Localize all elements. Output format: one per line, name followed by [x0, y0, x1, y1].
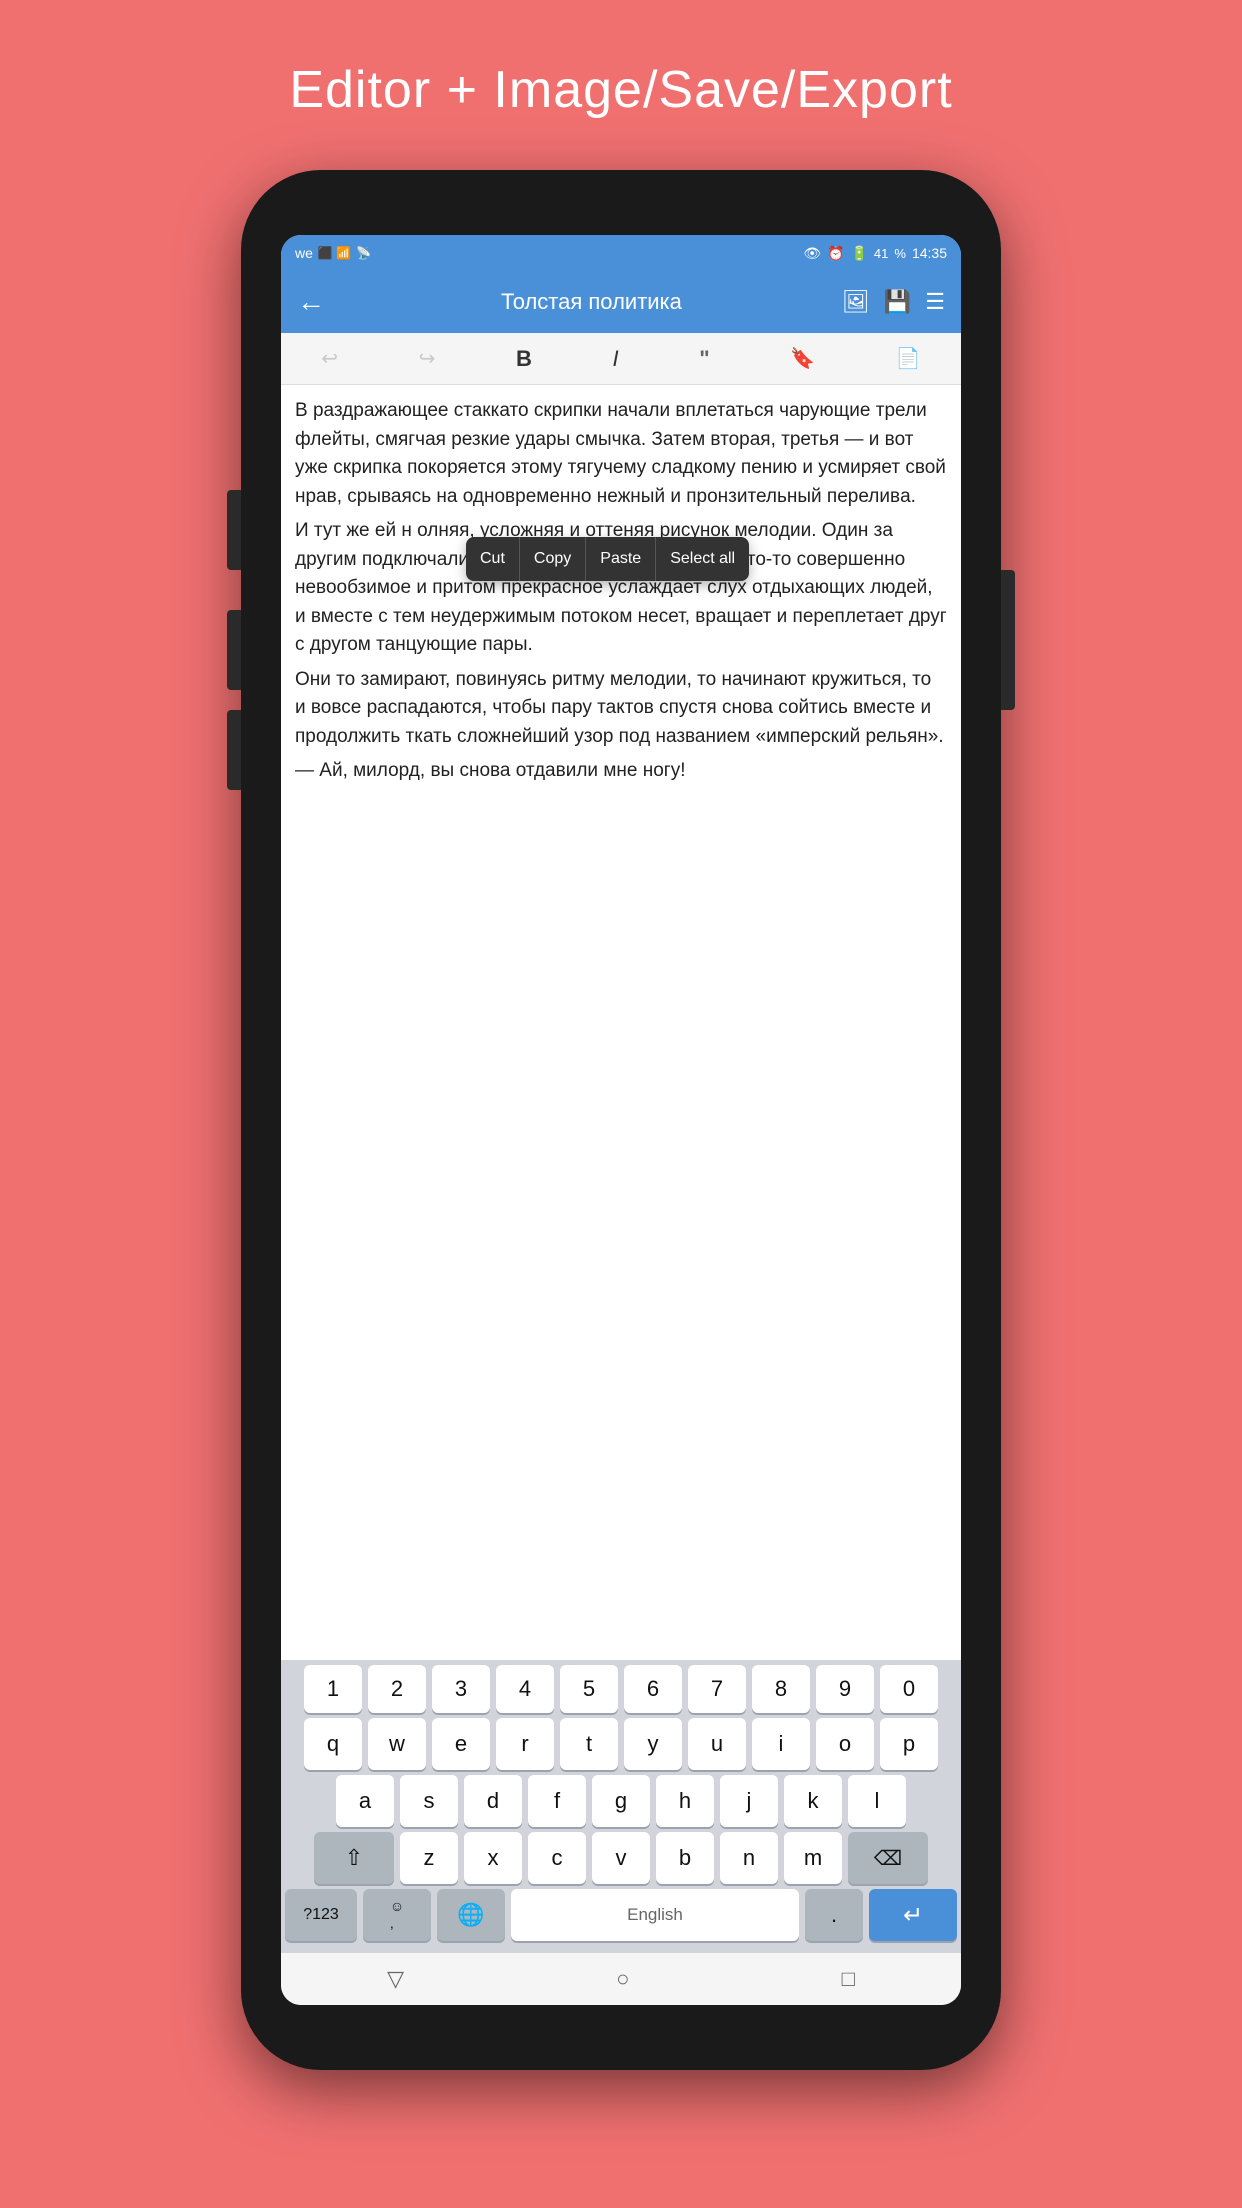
paragraph-3: Они то замирают, повинуясь ритму мелодии… — [295, 666, 947, 752]
toolbar-title: Толстая политика — [341, 289, 842, 315]
battery-icon: 🔋 — [850, 245, 867, 262]
quote-button[interactable]: " — [689, 340, 719, 378]
toolbar-icons: 🖼 💾 ☰ — [842, 289, 945, 315]
key-3[interactable]: 3 — [432, 1665, 490, 1713]
app-toolbar: ← Толстая политика 🖼 💾 ☰ — [281, 271, 961, 333]
key-r[interactable]: r — [496, 1718, 554, 1770]
num-switch-key[interactable]: ?123 — [285, 1889, 357, 1941]
nav-back-button[interactable]: ▽ — [387, 1966, 404, 1992]
paragraph-1: В раздражающее стаккато скрипки начали в… — [295, 397, 947, 511]
key-k[interactable]: k — [784, 1775, 842, 1827]
key-b[interactable]: b — [656, 1832, 714, 1884]
text-content[interactable]: Cut Copy Paste Select all В раздражающее… — [281, 385, 961, 1660]
undo-button[interactable]: ↩ — [311, 340, 348, 377]
signal-icon: ⬛ 📶 — [318, 246, 351, 260]
key-1[interactable]: 1 — [304, 1665, 362, 1713]
bookmark-button[interactable]: 🔖 — [780, 340, 825, 377]
key-2[interactable]: 2 — [368, 1665, 426, 1713]
key-6[interactable]: 6 — [624, 1665, 682, 1713]
context-select-all[interactable]: Select all — [656, 537, 749, 581]
key-c[interactable]: c — [528, 1832, 586, 1884]
key-s[interactable]: s — [400, 1775, 458, 1827]
key-f[interactable]: f — [528, 1775, 586, 1827]
number-row: 1 2 3 4 5 6 7 8 9 0 — [281, 1660, 961, 1713]
context-copy[interactable]: Copy — [520, 537, 586, 581]
key-u[interactable]: u — [688, 1718, 746, 1770]
return-key[interactable]: ↵ — [869, 1889, 957, 1941]
file-button[interactable]: 📄 — [886, 340, 931, 377]
context-menu: Cut Copy Paste Select all — [466, 537, 749, 581]
asdf-row: a s d f g h j k l — [281, 1770, 961, 1827]
qwerty-row: q w e r t y u i o p — [281, 1713, 961, 1770]
context-cut[interactable]: Cut — [466, 537, 520, 581]
space-key[interactable]: English — [511, 1889, 799, 1941]
nav-recent-button[interactable]: □ — [842, 1966, 855, 1992]
status-right: 👁 ⏰ 🔋 41% 14:35 — [803, 245, 947, 262]
image-icon[interactable]: 🖼 — [842, 289, 870, 315]
key-5[interactable]: 5 — [560, 1665, 618, 1713]
save-icon[interactable]: 💾 — [884, 289, 911, 315]
key-o[interactable]: o — [816, 1718, 874, 1770]
italic-button[interactable]: I — [603, 340, 629, 378]
carrier-text: we — [295, 245, 313, 261]
key-h[interactable]: h — [656, 1775, 714, 1827]
bottom-nav: ▽ ○ □ — [281, 1953, 961, 2005]
key-n[interactable]: n — [720, 1832, 778, 1884]
battery-level: 41 — [874, 246, 888, 261]
eye-icon: 👁 — [803, 245, 821, 262]
wifi-icon: 📡 — [356, 246, 371, 260]
key-m[interactable]: m — [784, 1832, 842, 1884]
status-bar: we ⬛ 📶 📡 👁 ⏰ 🔋 41% 14:35 — [281, 235, 961, 271]
page-header: Editor + Image/Save/Export — [289, 60, 952, 120]
status-left: we ⬛ 📶 📡 — [295, 245, 371, 261]
redo-button[interactable]: ↪ — [409, 340, 446, 377]
shift-key[interactable]: ⇧ — [314, 1832, 394, 1884]
key-4[interactable]: 4 — [496, 1665, 554, 1713]
key-y[interactable]: y — [624, 1718, 682, 1770]
key-a[interactable]: a — [336, 1775, 394, 1827]
key-d[interactable]: d — [464, 1775, 522, 1827]
key-8[interactable]: 8 — [752, 1665, 810, 1713]
key-j[interactable]: j — [720, 1775, 778, 1827]
key-l[interactable]: l — [848, 1775, 906, 1827]
globe-key[interactable]: 🌐 — [437, 1889, 505, 1941]
key-e[interactable]: e — [432, 1718, 490, 1770]
emoji-key[interactable]: ☺, — [363, 1889, 431, 1941]
key-t[interactable]: t — [560, 1718, 618, 1770]
key-x[interactable]: x — [464, 1832, 522, 1884]
format-bar: ↩ ↪ B I " 🔖 📄 — [281, 333, 961, 385]
key-z[interactable]: z — [400, 1832, 458, 1884]
key-0[interactable]: 0 — [880, 1665, 938, 1713]
menu-icon[interactable]: ☰ — [925, 289, 945, 315]
time-display: 14:35 — [912, 245, 947, 261]
dot-key[interactable]: . — [805, 1889, 863, 1941]
key-v[interactable]: v — [592, 1832, 650, 1884]
context-paste[interactable]: Paste — [586, 537, 656, 581]
key-9[interactable]: 9 — [816, 1665, 874, 1713]
paragraph-4: — Ай, милорд, вы снова отдавили мне ногу… — [295, 757, 947, 786]
key-i[interactable]: i — [752, 1718, 810, 1770]
phone-shell: we ⬛ 📶 📡 👁 ⏰ 🔋 41% 14:35 ← Толстая полит… — [241, 170, 1001, 2070]
key-q[interactable]: q — [304, 1718, 362, 1770]
key-g[interactable]: g — [592, 1775, 650, 1827]
keyboard: 1 2 3 4 5 6 7 8 9 0 q w e r t y u i — [281, 1660, 961, 1953]
key-p[interactable]: p — [880, 1718, 938, 1770]
alarm-icon: ⏰ — [827, 245, 844, 262]
key-7[interactable]: 7 — [688, 1665, 746, 1713]
bottom-keyboard-row: ?123 ☺, 🌐 English . ↵ — [281, 1884, 961, 1953]
bold-button[interactable]: B — [506, 340, 542, 378]
zxcv-row: ⇧ z x c v b n m ⌫ — [281, 1827, 961, 1884]
key-w[interactable]: w — [368, 1718, 426, 1770]
back-button[interactable]: ← — [297, 286, 325, 318]
nav-home-button[interactable]: ○ — [616, 1966, 629, 1992]
backspace-key[interactable]: ⌫ — [848, 1832, 928, 1884]
phone-screen: we ⬛ 📶 📡 👁 ⏰ 🔋 41% 14:35 ← Толстая полит… — [281, 235, 961, 2005]
